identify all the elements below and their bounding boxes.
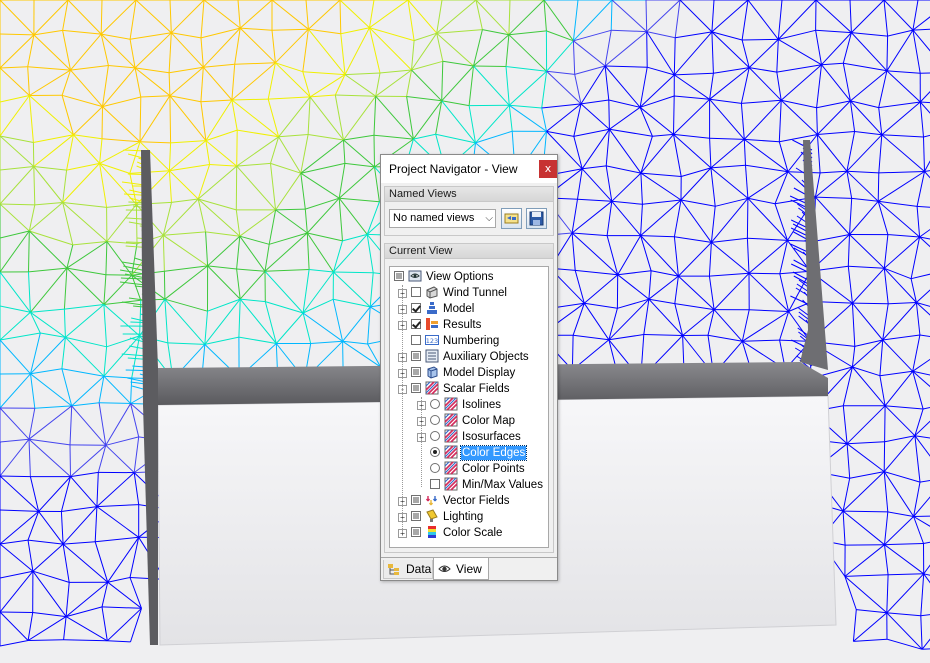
model-display-icon bbox=[427, 366, 438, 379]
tab-data[interactable]: Data bbox=[383, 560, 433, 579]
color-map-icon bbox=[444, 413, 458, 427]
isosurfaces-radio[interactable] bbox=[430, 431, 440, 441]
tree-item-label: Isolines bbox=[462, 399, 501, 411]
results-icon bbox=[426, 318, 438, 330]
vector-fields-icon bbox=[425, 494, 438, 506]
eye-icon bbox=[438, 565, 451, 572]
data-tree-icon bbox=[388, 564, 399, 575]
color-points-icon bbox=[444, 461, 458, 475]
isolines-radio[interactable] bbox=[430, 399, 440, 409]
tree-item-color-map[interactable]: + Color Map bbox=[390, 413, 548, 429]
tree-item-color-edges[interactable]: Color Edges bbox=[390, 445, 548, 461]
chevron-down-icon: ⌵ bbox=[485, 213, 493, 224]
tree-connector bbox=[421, 397, 422, 487]
panel-title: Project Navigator - View bbox=[389, 162, 518, 176]
tab-view-label: View bbox=[456, 562, 482, 576]
tree-item-label: Color Edges bbox=[459, 445, 528, 461]
color-points-radio[interactable] bbox=[430, 463, 440, 473]
tree-item-isolines[interactable]: + Isolines bbox=[390, 397, 548, 413]
wind-tunnel-checkbox[interactable] bbox=[411, 287, 421, 297]
color-scale-icon bbox=[428, 526, 436, 538]
tree-connector bbox=[402, 285, 403, 533]
min-max-values-checkbox[interactable] bbox=[430, 479, 440, 489]
tree-item-label: Auxiliary Objects bbox=[443, 351, 529, 363]
tree-item-label: Numbering bbox=[443, 335, 500, 347]
auxiliary-objects-icon bbox=[425, 349, 439, 363]
tree-item-min-max-values[interactable]: Min/Max Values bbox=[390, 477, 548, 493]
tree-item-isosurfaces[interactable]: + Isosurfaces bbox=[390, 429, 548, 445]
save-icon bbox=[529, 211, 544, 226]
tree-item-vector-fields[interactable]: + Vector Fields bbox=[390, 493, 548, 509]
save-view-button[interactable] bbox=[526, 208, 547, 229]
tree-item-lighting[interactable]: + Lighting bbox=[390, 509, 548, 525]
svg-text:123: 123 bbox=[426, 337, 438, 345]
auxiliary-objects-checkbox[interactable] bbox=[411, 351, 421, 361]
color-edges-icon bbox=[444, 445, 458, 459]
isolines-icon bbox=[444, 397, 458, 411]
tree-item-label: Vector Fields bbox=[443, 495, 510, 507]
model-checkbox[interactable] bbox=[411, 303, 421, 313]
tree-item-view-options[interactable]: View Options bbox=[390, 269, 548, 285]
tree-item-label: Isosurfaces bbox=[462, 431, 521, 443]
tree-item-color-scale[interactable]: + Color Scale bbox=[390, 525, 548, 541]
color-edges-radio[interactable] bbox=[430, 447, 440, 457]
tree-item-label: Color Scale bbox=[443, 527, 503, 539]
color-map-radio[interactable] bbox=[430, 415, 440, 425]
tree-item-model[interactable]: + Model bbox=[390, 301, 548, 317]
navigator-tabs: Data View bbox=[381, 557, 557, 581]
lighting-icon bbox=[426, 509, 438, 522]
lighting-checkbox[interactable] bbox=[411, 511, 421, 521]
tree-item-label: Wind Tunnel bbox=[443, 287, 507, 299]
min-max-values-icon bbox=[444, 477, 458, 491]
tree-item-scalar-fields[interactable]: - Scalar Fields bbox=[390, 381, 548, 397]
tree-item-label: Model bbox=[443, 303, 475, 315]
named-views-header: Named Views bbox=[385, 187, 553, 202]
named-views-dropdown[interactable]: No named views ⌵ bbox=[389, 209, 496, 228]
manage-views-button[interactable] bbox=[501, 208, 522, 229]
project-navigator-panel[interactable]: Project Navigator - View x Named Views N… bbox=[380, 154, 558, 581]
tree-item-color-points[interactable]: Color Points bbox=[390, 461, 548, 477]
scalar-fields-checkbox[interactable] bbox=[411, 383, 421, 393]
vector-fields-checkbox[interactable] bbox=[411, 495, 421, 505]
panel-titlebar[interactable]: Project Navigator - View x bbox=[381, 155, 557, 183]
color-scale-checkbox[interactable] bbox=[411, 527, 421, 537]
scalar-fields-icon bbox=[425, 381, 439, 395]
results-checkbox[interactable] bbox=[411, 319, 421, 329]
named-views-group: Named Views No named views ⌵ bbox=[384, 186, 554, 236]
current-view-header: Current View bbox=[385, 244, 553, 259]
tree-item-label: Color Points bbox=[462, 463, 525, 475]
model-display-checkbox[interactable] bbox=[411, 367, 421, 377]
tree-item-label: Model Display bbox=[443, 367, 516, 379]
view-options-icon bbox=[408, 270, 422, 282]
tree-item-auxiliary-objects[interactable]: + Auxiliary Objects bbox=[390, 349, 548, 365]
tab-view[interactable]: View bbox=[433, 558, 489, 580]
tree-item-numbering[interactable]: 123 Numbering bbox=[390, 333, 548, 349]
tree-item-results[interactable]: + Results bbox=[390, 317, 548, 333]
close-button[interactable]: x bbox=[539, 160, 557, 178]
tree-item-label: Scalar Fields bbox=[443, 383, 510, 395]
tree-item-label: Min/Max Values bbox=[462, 479, 543, 491]
numbering-icon: 123 bbox=[425, 335, 439, 345]
manage-views-icon bbox=[504, 213, 519, 224]
view-options-tree[interactable]: View Options + Wind Tunnel + Model + Results 12… bbox=[389, 266, 549, 548]
tree-item-wind-tunnel[interactable]: + Wind Tunnel bbox=[390, 285, 548, 301]
tree-item-label: Results bbox=[443, 319, 482, 331]
isosurfaces-icon bbox=[444, 429, 458, 443]
wind-tunnel-icon bbox=[426, 286, 438, 299]
named-views-selected: No named views bbox=[393, 212, 475, 224]
model-icon bbox=[427, 302, 437, 314]
tree-item-label: Lighting bbox=[443, 511, 484, 523]
tree-item-model-display[interactable]: + Model Display bbox=[390, 365, 548, 381]
tree-item-label: View Options bbox=[426, 271, 494, 283]
current-view-group: Current View View Options + Wind Tunnel + Mo… bbox=[384, 243, 554, 553]
tree-item-label: Color Map bbox=[462, 415, 516, 427]
tab-data-label: Data bbox=[406, 562, 432, 576]
numbering-checkbox[interactable] bbox=[411, 335, 421, 345]
view-options-checkbox[interactable] bbox=[394, 271, 404, 281]
